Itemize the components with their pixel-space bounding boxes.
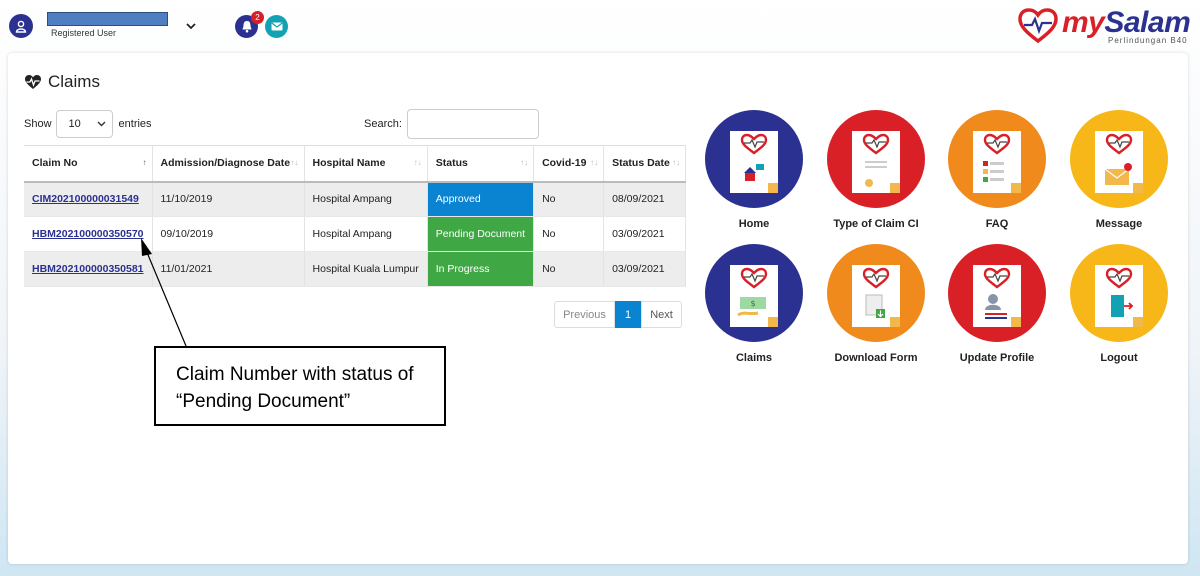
menu-tile-label: Claims <box>735 352 773 364</box>
mail-icon[interactable] <box>265 15 288 38</box>
message-icon <box>1070 110 1168 208</box>
main-panel: Claims Show 10 entries Search: Claim No ↑… <box>8 53 1188 564</box>
download-form-icon <box>827 244 925 342</box>
covid-cell: No <box>533 181 605 217</box>
page-title: Claims <box>24 72 100 92</box>
menu-tile-logout[interactable]: Logout <box>1064 244 1174 364</box>
menu-tile-download-form[interactable]: Download Form <box>821 244 931 364</box>
user-icon[interactable] <box>9 14 33 38</box>
menu-tile-home[interactable]: Home <box>699 110 809 230</box>
page-1-button[interactable]: 1 <box>615 301 641 328</box>
menu-tile-claims[interactable]: $ Claims <box>699 244 809 364</box>
menu-tile-update-profile[interactable]: Update Profile <box>942 244 1052 364</box>
claims-table: Claim No ↑ Admission/Diagnose Date ↑↓ Hosp… <box>24 145 687 287</box>
menu-tile-label: Type of Claim CI <box>833 218 919 230</box>
claim-type-icon <box>827 110 925 208</box>
column-header-status[interactable]: Status ↑↓ <box>427 145 535 183</box>
column-header-claim-no[interactable]: Claim No ↑ <box>24 145 153 183</box>
entries-label: entries <box>118 118 152 130</box>
claim-no-cell: HBM202100000350581 <box>24 251 153 287</box>
user-name-redacted <box>47 12 168 26</box>
menu-tile-label: Home <box>738 218 770 230</box>
brand-logo: mySalam Perlindungan B40 <box>1018 6 1191 46</box>
heartbeat-icon <box>25 75 41 89</box>
menu-tile-label: FAQ <box>985 218 1009 230</box>
claim-no-cell: HBM202100000350570 <box>24 216 153 252</box>
menu-tile-label: Logout <box>1100 352 1138 364</box>
show-label: Show <box>24 118 52 130</box>
claims-icon: $ <box>705 244 803 342</box>
date-cell: 11/01/2021 <box>152 251 305 287</box>
table-header-row: Claim No ↑ Admission/Diagnose Date ↑↓ Hosp… <box>24 145 687 183</box>
notification-badge: 2 <box>251 11 264 24</box>
status-date-cell: 03/09/2021 <box>603 251 687 287</box>
previous-page-button[interactable]: Previous <box>554 301 615 328</box>
column-header-date[interactable]: Admission/Diagnose Date ↑↓ <box>152 145 305 183</box>
entries-control: Show 10 entries <box>24 110 152 138</box>
menu-tile-label: Update Profile <box>959 352 1035 364</box>
status-date-cell: 08/09/2021 <box>603 181 687 217</box>
hospital-cell: Hospital Ampang <box>304 216 428 252</box>
top-bar: Registered User 2 mySalam Perlindungan B… <box>0 0 1200 52</box>
brand-name: mySalam <box>1062 6 1191 39</box>
date-cell: 09/10/2019 <box>152 216 305 252</box>
pagination: Previous 1 Next <box>554 301 682 328</box>
heart-logo-icon <box>1018 8 1058 44</box>
menu-tile-label: Message <box>1095 218 1143 230</box>
column-header-status-date[interactable]: Status Date ↑↓ <box>603 145 687 183</box>
status-date-cell: 03/09/2021 <box>603 216 687 252</box>
status-badge: In Progress <box>427 251 535 287</box>
menu-tile-type-of-claim[interactable]: Type of Claim CI <box>821 110 931 230</box>
next-page-button[interactable]: Next <box>641 301 682 328</box>
table-row: CIM202100000031549 11/10/2019 Hospital A… <box>24 181 687 217</box>
update-profile-icon <box>948 244 1046 342</box>
date-cell: 11/10/2019 <box>152 181 305 217</box>
logout-icon <box>1070 244 1168 342</box>
entries-value: 10 <box>68 118 81 130</box>
svg-text:$: $ <box>750 299 755 308</box>
menu-tile-faq[interactable]: FAQ <box>942 110 1052 230</box>
column-header-covid[interactable]: Covid-19 ↑↓ <box>533 145 605 183</box>
table-row: HBM202100000350581 11/01/2021 Hospital K… <box>24 251 687 287</box>
search-input[interactable] <box>406 109 539 139</box>
entries-select[interactable]: 10 <box>55 110 113 138</box>
claim-no-cell: CIM202100000031549 <box>24 181 153 217</box>
chevron-down-icon[interactable] <box>186 17 196 35</box>
search-control: Search: <box>364 109 539 139</box>
page-title-text: Claims <box>48 72 100 91</box>
brand-tagline: Perlindungan B40 <box>1108 36 1188 45</box>
search-label: Search: <box>364 118 402 130</box>
menu-tile-message[interactable]: Message <box>1064 110 1174 230</box>
covid-cell: No <box>533 216 605 252</box>
chevron-down-icon <box>97 121 106 127</box>
annotation-callout: Claim Number with status of “Pending Doc… <box>154 346 446 426</box>
covid-cell: No <box>533 251 605 287</box>
faq-icon <box>948 110 1046 208</box>
annotation-line-2: “Pending Document” <box>176 391 351 412</box>
status-badge: Approved <box>427 181 535 217</box>
claim-no-link[interactable]: CIM202100000031549 <box>32 193 139 205</box>
table-row: HBM202100000350570 09/10/2019 Hospital A… <box>24 216 687 252</box>
hospital-cell: Hospital Kuala Lumpur <box>304 251 428 287</box>
menu-tile-label: Download Form <box>834 352 918 364</box>
claim-no-link[interactable]: HBM202100000350581 <box>32 263 144 275</box>
user-role: Registered User <box>51 28 117 38</box>
hospital-cell: Hospital Ampang <box>304 181 428 217</box>
column-header-hospital[interactable]: Hospital Name ↑↓ <box>304 145 428 183</box>
status-badge: Pending Document <box>427 216 535 252</box>
home-icon <box>705 110 803 208</box>
claim-no-link[interactable]: HBM202100000350570 <box>32 228 144 240</box>
annotation-line-1: Claim Number with status of <box>176 364 414 385</box>
